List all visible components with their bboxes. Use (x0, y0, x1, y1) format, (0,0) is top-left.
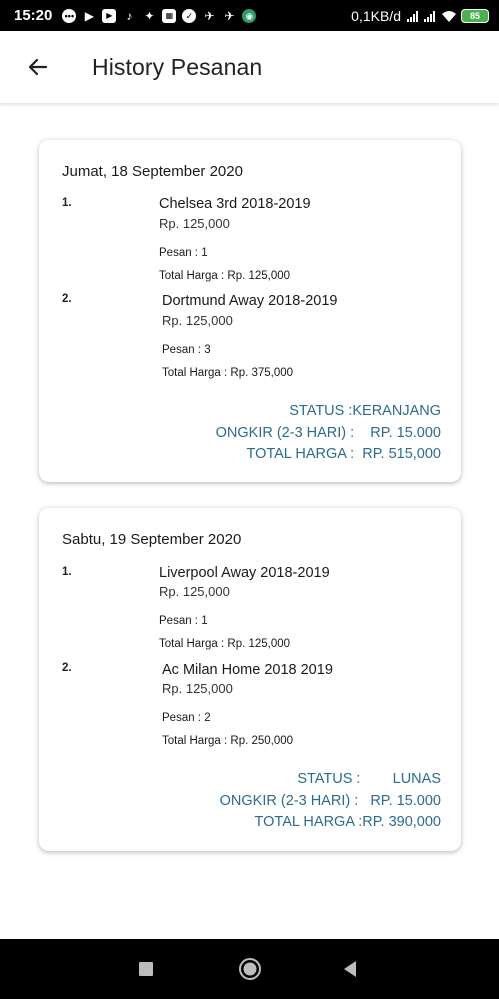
status-time: 15:20 (14, 7, 53, 24)
check-notification-icon: ✓ (182, 8, 197, 23)
home-button[interactable] (220, 939, 280, 999)
order-card[interactable]: Jumat, 18 September 2020 1. Chelsea 3rd … (39, 140, 461, 482)
item-number: 1. (62, 566, 72, 578)
status-bar: 15:20 ••• ▶ ▶ ♪ ✦ ▦ ✓ ✈ ✈ ◉ 0,1KB/d 85 (0, 0, 499, 31)
order-date: Sabtu, 19 September 2020 (62, 531, 242, 548)
arrow-left-icon (28, 58, 48, 76)
bird-notification-icon-2: ✈ (224, 8, 235, 23)
item-quantity: Pesan : 2 (162, 712, 211, 724)
order-date: Jumat, 18 September 2020 (62, 163, 243, 180)
status-bar-left: 15:20 ••• ▶ ▶ ♪ ✦ ▦ ✓ ✈ ✈ ◉ (14, 7, 257, 24)
order-card[interactable]: Sabtu, 19 September 2020 1. Liverpool Aw… (39, 508, 461, 851)
order-status: STATUS :KERANJANG (289, 403, 441, 419)
shipping-cost: ONGKIR (2-3 HARI) : RP. 15.000 (215, 425, 441, 441)
item-total-price: Total Harga : Rp. 125,000 (159, 270, 291, 282)
order-status: STATUS : LUNAS (297, 771, 441, 787)
order-total: TOTAL HARGA :RP. 390,000 (254, 814, 441, 830)
triangle-back-icon (344, 961, 356, 977)
item-price: Rp. 125,000 (162, 681, 233, 696)
item-number: 2. (62, 662, 72, 674)
item-total-price: Total Harga : Rp. 250,000 (162, 735, 294, 747)
wifi-icon (441, 9, 456, 23)
system-navigation-bar (0, 939, 499, 999)
item-price: Rp. 125,000 (159, 216, 230, 231)
item-price: Rp. 125,000 (162, 313, 233, 328)
back-button[interactable] (20, 49, 56, 85)
item-quantity: Pesan : 1 (159, 615, 208, 627)
status-bar-right: 0,1KB/d 85 (351, 8, 489, 24)
battery-icon: 85 (461, 8, 489, 23)
network-speed: 0,1KB/d (351, 7, 401, 24)
vpn-notification-icon: ◉ (242, 8, 257, 23)
play-notification-icon: ▶ (84, 8, 94, 23)
item-number: 2. (62, 293, 72, 305)
bird-notification-icon: ✈ (204, 8, 215, 23)
item-price: Rp. 125,000 (159, 584, 230, 599)
order-total: TOTAL HARGA : RP. 515,000 (246, 446, 441, 462)
item-name: Ac Milan Home 2018 2019 (162, 662, 333, 678)
item-total-price: Total Harga : Rp. 125,000 (159, 638, 291, 650)
youtube-notification-icon: ▶ (102, 8, 117, 23)
item-name: Chelsea 3rd 2018-2019 (159, 196, 311, 212)
twitter-notification-icon: ✦ (144, 8, 155, 23)
item-quantity: Pesan : 3 (162, 344, 211, 356)
item-quantity: Pesan : 1 (159, 247, 208, 259)
chat-notification-icon: ••• (62, 8, 77, 23)
recents-button[interactable] (116, 939, 176, 999)
item-name: Liverpool Away 2018-2019 (159, 565, 330, 581)
page-title: History Pesanan (92, 53, 263, 80)
item-number: 1. (62, 197, 72, 209)
signal-1-icon (407, 10, 418, 22)
circle-home-icon (239, 958, 261, 980)
shipping-cost: ONGKIR (2-3 HARI) : RP. 15.000 (219, 793, 441, 809)
app-bar: History Pesanan (0, 31, 499, 103)
square-recents-icon (139, 962, 153, 976)
tiktok-notification-icon: ♪ (126, 8, 133, 23)
item-total-price: Total Harga : Rp. 375,000 (162, 367, 294, 379)
signal-2-icon (424, 10, 435, 22)
calendar-notification-icon: ▦ (162, 8, 177, 23)
back-nav-button[interactable] (320, 939, 380, 999)
item-name: Dortmund Away 2018-2019 (162, 293, 338, 309)
